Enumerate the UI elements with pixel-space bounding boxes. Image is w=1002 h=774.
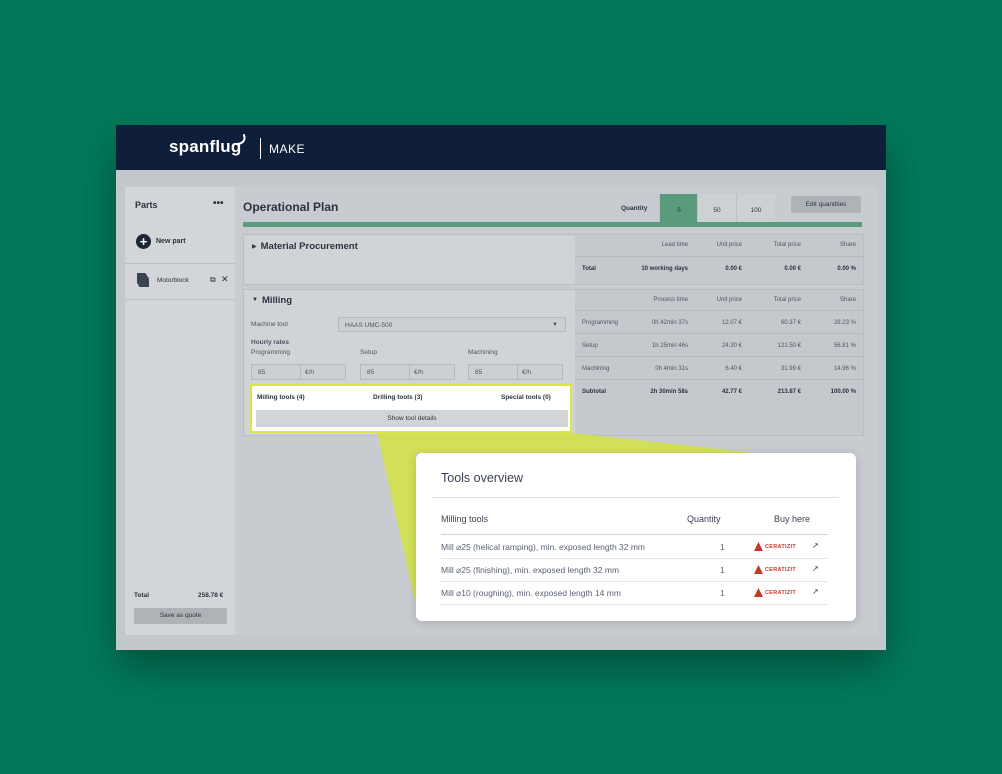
ceratizit-logo-icon [754,542,763,551]
ceratizit-logo-icon [754,565,763,574]
col-milling-tools: Milling tools [441,514,489,524]
tool-name: Mill ⌀25 (finishing), min. exposed lengt… [441,565,620,575]
highlight-beam [377,433,755,605]
tool-quantity: 1 [720,565,725,575]
tool-quantity: 1 [720,588,725,598]
external-link-icon[interactable]: ↗ [812,541,819,550]
title-divider [432,497,839,498]
col-quantity: Quantity [687,514,721,524]
col-buy-here: Buy here [774,514,811,524]
tools-overview-popup: Tools overview Milling tools Quantity Bu… [416,453,856,621]
header-divider [441,534,828,535]
vendor-logo[interactable]: CERATIZIT [754,588,796,597]
row-divider [441,558,828,559]
vendor-logo[interactable]: CERATIZIT [754,542,796,551]
tool-quantity: 1 [720,542,725,552]
ceratizit-logo-icon [754,588,763,597]
external-link-icon[interactable]: ↗ [812,587,819,596]
popup-title: Tools overview [441,471,523,485]
row-divider [441,604,828,605]
vendor-logo[interactable]: CERATIZIT [754,565,796,574]
external-link-icon[interactable]: ↗ [812,564,819,573]
tool-name: Mill ⌀25 (helical ramping), min. exposed… [441,542,646,552]
row-divider [441,581,828,582]
tool-name: Mill ⌀10 (roughing), min. exposed length… [441,588,621,598]
